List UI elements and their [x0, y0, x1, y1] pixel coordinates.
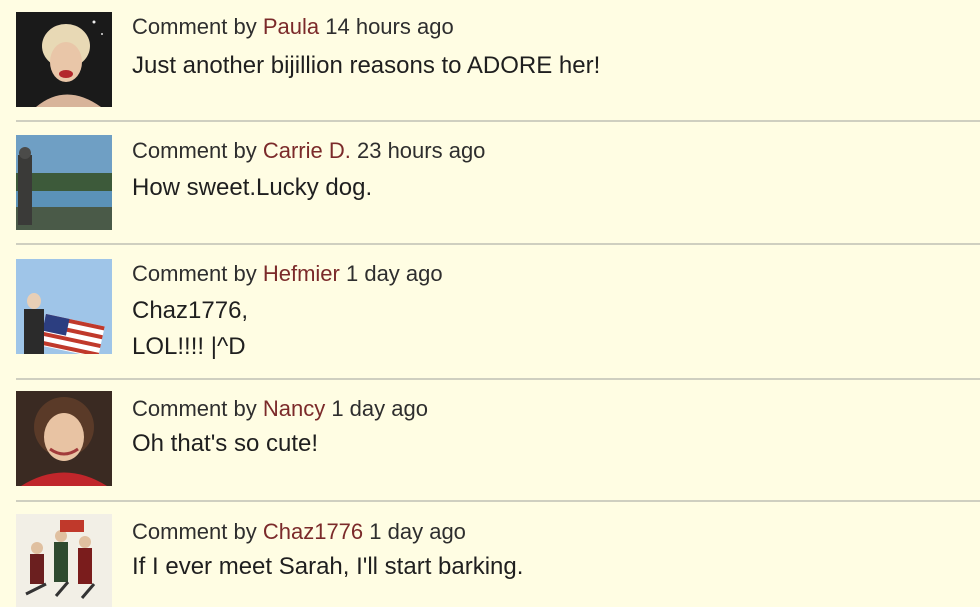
comment-author-link[interactable]: Nancy — [263, 396, 325, 421]
comment-prefix: Comment by — [132, 396, 257, 421]
comment-time: 1 day ago — [369, 519, 466, 544]
comment-list: Comment by Paula 14 hours ago Just anoth… — [0, 0, 980, 607]
comment-author-link[interactable]: Paula — [263, 14, 319, 39]
avatar-flag-image — [16, 259, 112, 354]
comment-time: 14 hours ago — [325, 14, 454, 39]
comment-text: How sweet.Lucky dog. — [132, 174, 373, 201]
comment-text: Just another bijillion reasons to ADORE … — [132, 52, 601, 79]
avatar[interactable] — [16, 391, 112, 486]
comment-meta: Comment by Carrie D. 23 hours ago — [132, 138, 485, 164]
avatar[interactable] — [16, 12, 112, 107]
comment-meta: Comment by Chaz1776 1 day ago — [132, 519, 466, 545]
comment-text: If I ever meet Sarah, I'll start barking… — [132, 553, 524, 580]
comment-text: Chaz1776, LOL!!!! |^D — [132, 297, 249, 360]
comment-author-link[interactable]: Chaz1776 — [263, 519, 363, 544]
comment-author-link[interactable]: Carrie D. — [263, 138, 351, 163]
avatar-portrait-image — [16, 391, 112, 486]
comment-prefix: Comment by — [132, 14, 257, 39]
comment-time: 23 hours ago — [356, 138, 486, 163]
avatar[interactable] — [16, 514, 112, 607]
divider — [16, 500, 980, 502]
comment-meta: Comment by Hefmier 1 day ago — [132, 261, 443, 287]
comment-time: 1 day ago — [331, 396, 428, 421]
comment-prefix: Comment by — [132, 519, 257, 544]
comment-time: 1 day ago — [345, 261, 443, 286]
comment-meta: Comment by Paula 14 hours ago — [132, 14, 454, 40]
avatar-landscape-image — [16, 135, 112, 230]
comment-prefix: Comment by — [132, 261, 257, 286]
divider — [16, 243, 980, 245]
comment-author-link[interactable]: Hefmier — [263, 261, 340, 286]
comment-meta: Comment by Nancy 1 day ago — [132, 396, 428, 422]
avatar[interactable] — [16, 135, 112, 230]
avatar-marilyn-image — [16, 12, 112, 107]
comment-text: Oh that's so cute! — [132, 430, 319, 457]
divider — [16, 120, 980, 122]
avatar-revolutionaries-image — [16, 514, 112, 607]
avatar[interactable] — [16, 259, 112, 354]
divider — [16, 378, 980, 380]
comment-prefix: Comment by — [132, 138, 257, 163]
